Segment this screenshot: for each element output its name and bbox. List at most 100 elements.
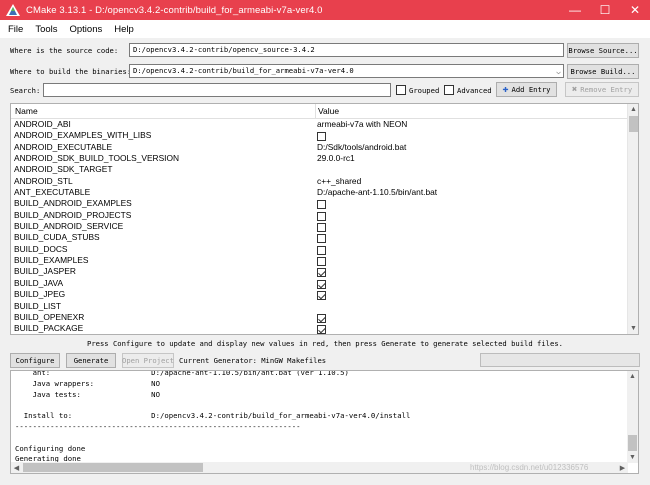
remove-entry-button[interactable]: ✖ Remove Entry — [565, 82, 639, 97]
table-row[interactable]: BUILD_ANDROID_PROJECTS — [11, 210, 628, 221]
checkbox-checked[interactable] — [317, 324, 326, 334]
checkbox-unchecked[interactable] — [317, 256, 326, 266]
scroll-thumb[interactable] — [23, 463, 203, 472]
checkbox-unchecked[interactable] — [317, 245, 326, 255]
menu-options[interactable]: Options — [70, 24, 103, 35]
remove-entry-label: Remove Entry — [580, 85, 633, 94]
column-divider[interactable] — [315, 104, 316, 119]
scroll-thumb[interactable] — [628, 435, 637, 451]
table-row[interactable]: BUILD_CUDA_STUBS — [11, 232, 628, 244]
checkbox-unchecked[interactable] — [317, 222, 326, 232]
output-vertical-scrollbar[interactable]: ▲ ▼ — [627, 371, 638, 463]
browse-build-button[interactable]: Browse Build... — [567, 64, 639, 79]
maximize-button[interactable]: ☐ — [590, 0, 620, 20]
scroll-left-icon[interactable]: ◀ — [11, 462, 22, 473]
search-label: Search: — [10, 86, 41, 95]
variable-name: BUILD_EXAMPLES — [14, 255, 89, 266]
variable-value[interactable]: D:/apache-ant-1.10.5/bin/ant.bat — [317, 187, 437, 198]
menu-help[interactable]: Help — [114, 24, 134, 35]
advanced-label: Advanced — [457, 86, 492, 95]
variable-value[interactable]: 29.0.0-rc1 — [317, 153, 355, 164]
chevron-down-icon[interactable]: ⌵ — [556, 66, 561, 77]
variable-value-checkbox[interactable] — [317, 130, 326, 142]
variable-name: ANDROID_ABI — [14, 119, 71, 129]
table-row[interactable]: ANDROID_STL c++_shared — [11, 176, 628, 187]
variable-value-checkbox[interactable] — [317, 221, 326, 232]
scroll-thumb[interactable] — [629, 116, 638, 132]
variable-value-checkbox[interactable] — [317, 198, 326, 210]
open-project-button[interactable]: Open Project — [122, 353, 174, 368]
table-row[interactable]: BUILD_EXAMPLES — [11, 255, 628, 266]
checkbox-checked[interactable] — [317, 290, 326, 300]
configure-button[interactable]: Configure — [10, 353, 60, 368]
variable-value[interactable]: armeabi-v7a with NEON — [317, 119, 407, 130]
variable-value[interactable]: D:/Sdk/tools/android.bat — [317, 142, 406, 153]
variable-name: BUILD_JPEG — [14, 289, 66, 300]
scroll-up-icon[interactable]: ▲ — [628, 104, 638, 115]
binaries-path-combobox[interactable]: D:/opencv3.4.2-contrib/build_for_armeabi… — [129, 64, 564, 78]
advanced-checkbox[interactable] — [444, 85, 454, 95]
minimize-button[interactable]: — — [560, 0, 590, 20]
checkbox-checked[interactable] — [317, 313, 326, 323]
table-vertical-scrollbar[interactable]: ▲ ▼ — [627, 104, 638, 334]
table-row[interactable]: ANDROID_EXAMPLES_WITH_LIBS — [11, 130, 628, 142]
menu-tools[interactable]: Tools — [35, 24, 57, 35]
variable-value-checkbox[interactable] — [317, 210, 326, 221]
progress-bar — [480, 353, 640, 367]
variable-value-checkbox[interactable] — [317, 266, 326, 278]
source-path-input[interactable]: D:/opencv3.4.2-contrib/opencv_source-3.4… — [129, 43, 564, 57]
table-row[interactable]: BUILD_JPEG — [11, 289, 628, 300]
scroll-right-icon[interactable]: ▶ — [617, 462, 628, 473]
output-line: Install to: D:/opencv3.4.2-contrib/build… — [15, 411, 411, 421]
variable-name: BUILD_DOCS — [14, 243, 68, 254]
table-row[interactable]: BUILD_DOCS — [11, 244, 628, 255]
output-log[interactable]: ant: D:/apache-ant-1.10.5/bin/ant.bat (v… — [10, 370, 639, 474]
table-row[interactable]: ANDROID_EXECUTABLE D:/Sdk/tools/android.b… — [11, 142, 628, 153]
variable-value-checkbox[interactable] — [317, 312, 326, 323]
checkbox-checked[interactable] — [317, 268, 326, 278]
variable-value-checkbox[interactable] — [317, 244, 326, 255]
variable-name: ANT_EXECUTABLE — [14, 187, 91, 198]
add-entry-button[interactable]: ✚ Add Entry — [496, 82, 557, 97]
scroll-down-icon[interactable]: ▼ — [627, 452, 638, 463]
close-button[interactable]: ✕ — [620, 0, 650, 20]
table-row[interactable]: BUILD_JASPER — [11, 266, 628, 278]
column-header-value[interactable]: Value — [318, 106, 339, 116]
variable-value-checkbox[interactable] — [317, 289, 326, 300]
table-row[interactable]: ANDROID_SDK_TARGET — [11, 164, 628, 175]
browse-source-button[interactable]: Browse Source... — [567, 43, 639, 58]
checkbox-unchecked[interactable] — [317, 211, 326, 221]
grouped-checkbox[interactable] — [396, 85, 406, 95]
table-row[interactable]: BUILD_ANDROID_EXAMPLES — [11, 198, 628, 210]
table-row[interactable]: BUILD_LIST — [11, 301, 628, 312]
table-row[interactable]: ANDROID_ABI armeabi-v7a with NEON — [11, 119, 628, 130]
variable-value-checkbox[interactable] — [317, 255, 326, 266]
binaries-label: Where to build the binaries: — [10, 67, 132, 76]
generate-button[interactable]: Generate — [66, 353, 116, 368]
table-row[interactable]: BUILD_OPENEXR — [11, 312, 628, 323]
variable-value-checkbox[interactable] — [317, 323, 326, 334]
variable-value[interactable]: c++_shared — [317, 176, 361, 187]
table-row[interactable]: BUILD_PACKAGE — [11, 323, 628, 334]
scroll-up-icon[interactable]: ▲ — [627, 371, 638, 382]
status-message: Press Configure to update and display ne… — [87, 339, 563, 348]
variable-value-checkbox[interactable] — [317, 232, 326, 244]
table-row[interactable]: ANT_EXECUTABLE D:/apache-ant-1.10.5/bin/a… — [11, 187, 628, 198]
table-row[interactable]: ANDROID_SDK_BUILD_TOOLS_VERSION 29.0.0-rc… — [11, 153, 628, 164]
checkbox-checked[interactable] — [317, 279, 326, 289]
column-header-name[interactable]: Name — [15, 106, 38, 116]
table-row[interactable]: BUILD_ANDROID_SERVICE — [11, 221, 628, 232]
checkbox-unchecked[interactable] — [317, 234, 326, 244]
scroll-down-icon[interactable]: ▼ — [628, 323, 638, 334]
variable-value-checkbox[interactable] — [317, 278, 326, 289]
plus-icon: ✚ — [502, 84, 509, 95]
table-row[interactable]: BUILD_JAVA — [11, 278, 628, 289]
checkbox-unchecked[interactable] — [317, 200, 326, 210]
variable-name: BUILD_OPENEXR — [14, 311, 85, 322]
output-line: ant: D:/apache-ant-1.10.5/bin/ant.bat (v… — [15, 370, 349, 377]
checkbox-unchecked[interactable] — [317, 132, 326, 142]
variable-name: BUILD_LIST — [14, 300, 62, 311]
menu-file[interactable]: File — [8, 24, 23, 35]
search-input[interactable] — [43, 83, 391, 97]
